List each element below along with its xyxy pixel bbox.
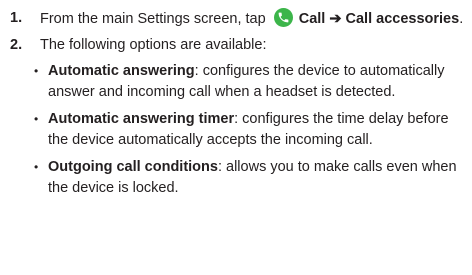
step-number: 1.	[10, 10, 23, 26]
option-title: Automatic answering	[48, 63, 195, 79]
option-item: • Automatic answering: configures the de…	[24, 61, 466, 103]
settings-path: Call ➔ Call accessories	[298, 11, 460, 27]
option-title: Outgoing call conditions	[48, 159, 218, 175]
phone-glyph	[278, 12, 289, 23]
bullet: •	[34, 160, 39, 174]
bullet: •	[34, 64, 39, 78]
step-number: 2.	[10, 37, 23, 53]
option-item: • Automatic answering timer: configures …	[24, 109, 466, 151]
bullet: •	[34, 112, 39, 126]
phone-call-icon	[273, 8, 293, 27]
step-period: .	[459, 11, 464, 27]
step-item: 1. From the main Settings screen, tap Ca…	[0, 8, 472, 30]
step-item: 2. The following options are available: …	[0, 35, 472, 199]
step-text: The following options are available:	[40, 37, 267, 53]
option-title: Automatic answering timer	[48, 111, 235, 127]
option-list: • Automatic answering: configures the de…	[34, 61, 472, 199]
option-item: • Outgoing call conditions: allows you t…	[24, 157, 466, 199]
instruction-steps: 1. From the main Settings screen, tap Ca…	[0, 8, 472, 205]
document-page: 1. From the main Settings screen, tap Ca…	[0, 0, 472, 275]
step-text: From the main Settings screen, tap	[40, 11, 266, 27]
